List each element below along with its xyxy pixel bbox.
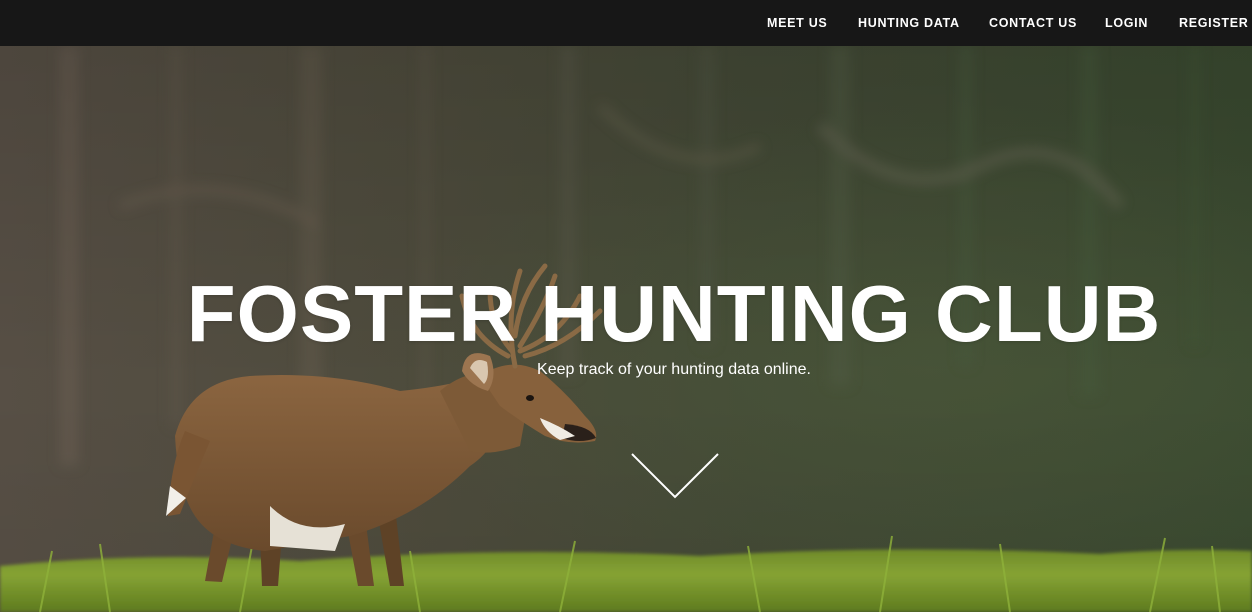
scroll-down-button[interactable] xyxy=(630,452,720,500)
nav-link-contact-us[interactable]: CONTACT US xyxy=(989,0,1077,46)
hero-tagline: Keep track of your hunting data online. xyxy=(537,361,811,378)
top-navbar: MEET US HUNTING DATA CONTACT US LOGIN RE… xyxy=(0,0,1252,46)
nav-link-hunting-data[interactable]: HUNTING DATA xyxy=(858,0,960,46)
nav-link-login[interactable]: LOGIN xyxy=(1105,0,1148,46)
hero-section: FOSTER HUNTING CLUB Keep track of your h… xyxy=(0,46,1252,612)
nav-link-register[interactable]: REGISTER xyxy=(1179,0,1249,46)
chevron-down-icon xyxy=(631,453,719,499)
hero-title: FOSTER HUNTING CLUB xyxy=(186,269,1162,358)
nav-link-meet-us[interactable]: MEET US xyxy=(767,0,827,46)
